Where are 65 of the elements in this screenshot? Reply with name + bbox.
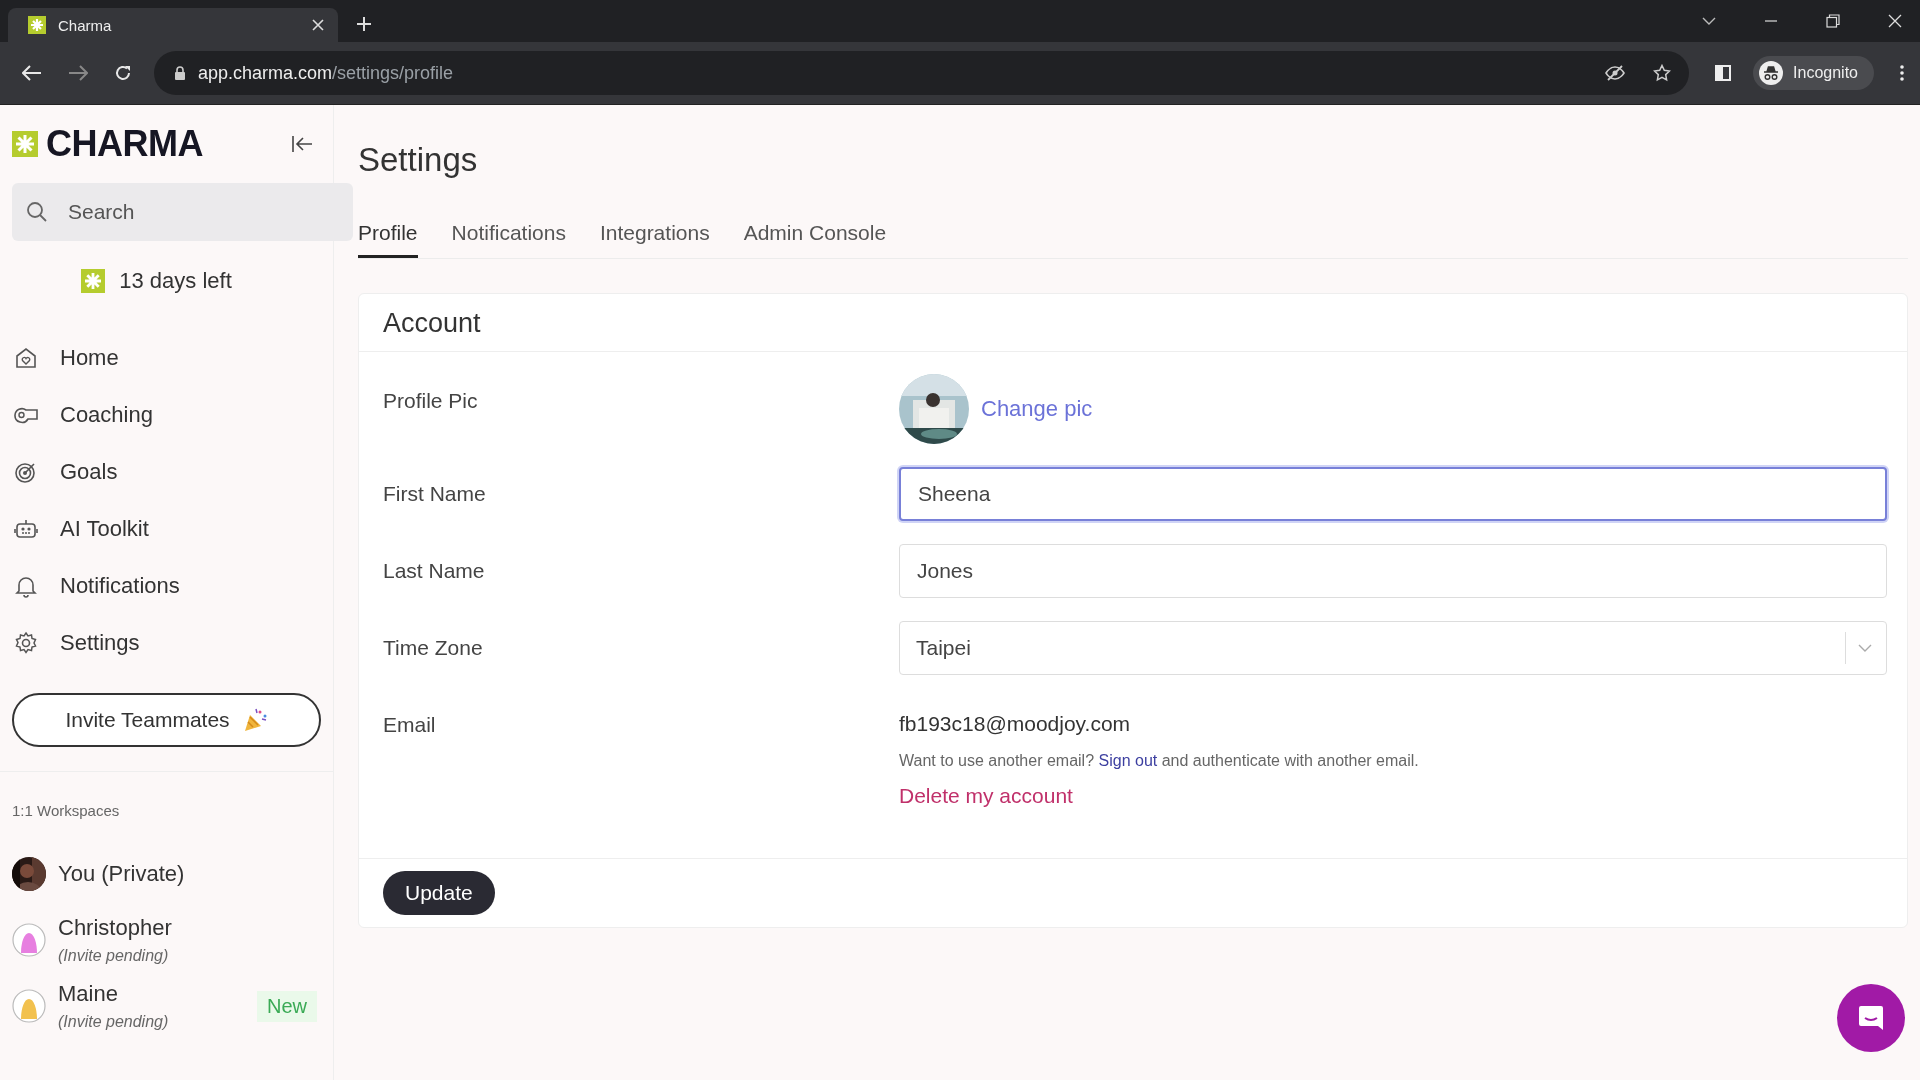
charma-logo-icon [81,269,106,293]
collapse-sidebar-icon[interactable] [291,135,313,153]
close-icon[interactable] [1888,14,1902,28]
charma-logo-icon [28,16,46,34]
logo-text: CHARMA [46,123,203,165]
side-panel-icon[interactable] [1715,65,1732,81]
email-hint-text: Want to use another email? Sign out and authenticate with another email. [899,752,1420,770]
new-tab-icon[interactable] [356,16,372,32]
section-heading: 1:1 Workspaces [12,802,121,819]
house-icon [14,345,38,370]
nav-item[interactable]: Goals [12,443,321,500]
tab[interactable]: Profile [358,215,418,258]
avatar-icon [12,923,46,957]
delete-account-link[interactable]: Delete my account [899,784,1073,808]
profile-button[interactable]: Incognito [1753,56,1874,90]
charma-logo-icon [12,131,38,157]
workspace-item[interactable]: Maine (Invite pending) New [12,973,321,1039]
more-icon[interactable] [1900,65,1904,81]
incognito-icon [1759,61,1784,85]
chevron-down-icon[interactable] [1702,16,1716,26]
sign-out-link[interactable]: Sign out [1098,752,1158,769]
forward-icon[interactable] [68,65,88,81]
nav-item[interactable]: Notifications [12,557,321,614]
field-label: Last Name [383,558,486,583]
update-button[interactable]: Update [383,871,495,915]
chat-icon [1856,1003,1886,1033]
tab-title: Charma [58,16,113,34]
new-badge: New [257,990,317,1022]
dropdown[interactable]: Taipei [899,621,1887,675]
field-label: Time Zone [383,635,484,660]
eye-slash-icon[interactable] [1605,65,1626,81]
nav-item[interactable]: Settings [12,614,321,671]
back-icon[interactable] [22,65,42,81]
address-bar[interactable]: app.charma.com/settings/profile [154,51,1690,95]
close-icon[interactable] [312,19,324,31]
invite-button[interactable]: Invite Teammates [12,693,321,747]
card-heading: Account [359,294,1907,352]
search-field[interactable]: Search [12,183,353,241]
field-label: Profile Pic [383,388,479,413]
browser-tab[interactable]: Charma [8,8,338,42]
tab[interactable]: Notifications [451,215,566,258]
restore-icon[interactable] [1826,14,1840,28]
chevron-down-icon [1858,643,1872,653]
text-field[interactable]: Sheena [899,467,1887,521]
settings-icon [14,630,38,655]
tab[interactable]: Admin Console [743,215,887,258]
tab[interactable]: Integrations [599,215,710,258]
lock-icon [174,66,186,80]
nav-item[interactable]: AI Toolkit [12,500,321,557]
nav-item[interactable]: Coaching [12,386,321,443]
nav-item[interactable]: Home [12,329,321,386]
star-icon[interactable] [1653,64,1672,82]
trial-days-text: 13 days left [119,268,232,294]
reload-icon[interactable] [114,64,132,82]
avatar-icon [12,989,46,1023]
workspace-item[interactable]: Christopher (Invite pending) [12,907,321,973]
change-pic-link[interactable]: Change pic [981,396,1093,422]
page-title: Settings [358,141,479,180]
search-icon [26,201,48,223]
url-text: app.charma.com/settings/profile [198,62,455,84]
field-label: Email [383,712,437,737]
workspace-item[interactable]: You (Private) [12,841,321,907]
email-text: fb193c18@moodjoy.com [899,711,1132,736]
text-field[interactable]: Jones [899,544,1887,598]
field-label: First Name [383,481,487,506]
